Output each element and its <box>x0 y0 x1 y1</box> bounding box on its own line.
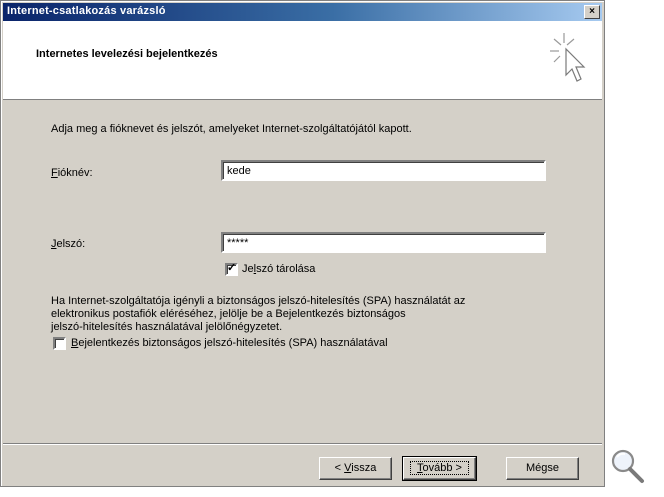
window-title: Internet-csatlakozás varázsló <box>7 5 166 17</box>
remember-password-label[interactable]: Jelszó tárolása <box>242 263 315 275</box>
wizard-sparkle-cursor-icon <box>550 33 586 82</box>
password-input[interactable]: ***** <box>221 232 546 253</box>
magnifier-icon[interactable] <box>608 447 646 485</box>
close-button[interactable]: × <box>584 5 600 19</box>
page-title: Internetes levelezési bejelentkezés <box>36 48 218 60</box>
instruction-text: Adja meg a fióknevet és jelszót, amelyek… <box>51 123 412 135</box>
wizard-header: Internetes levelezési bejelentkezés <box>3 21 602 100</box>
cancel-button[interactable]: Mégse <box>506 457 579 480</box>
spa-info-line-3: jelszó-hitelesítés használatával jelölőn… <box>51 321 283 333</box>
spa-checkbox[interactable] <box>53 337 66 350</box>
spa-info-line-1: Ha Internet-szolgáltatója igényli a bizt… <box>51 295 466 307</box>
account-name-input[interactable]: kede <box>221 160 546 181</box>
spa-info-line-2: elektronikus postafiók eléréséhez, jelöl… <box>51 308 406 320</box>
back-button[interactable]: < Vissza <box>319 457 392 480</box>
button-separator <box>3 443 602 445</box>
wizard-window: Internet-csatlakozás varázsló × Internet… <box>0 0 605 487</box>
checkmark-icon: ✓ <box>227 262 237 274</box>
remember-password-checkbox[interactable]: ✓ <box>225 262 238 276</box>
wizard-content: Adja meg a fióknevet és jelszót, amelyek… <box>3 101 602 436</box>
title-bar[interactable]: Internet-csatlakozás varázsló × <box>3 3 602 21</box>
next-button[interactable]: Tovább > <box>402 456 477 481</box>
spa-checkbox-label[interactable]: Bejelentkezés biztonságos jelszó-hiteles… <box>71 337 388 349</box>
password-label: Jelszó: <box>51 238 86 250</box>
account-name-label: Fióknév: <box>51 167 93 179</box>
